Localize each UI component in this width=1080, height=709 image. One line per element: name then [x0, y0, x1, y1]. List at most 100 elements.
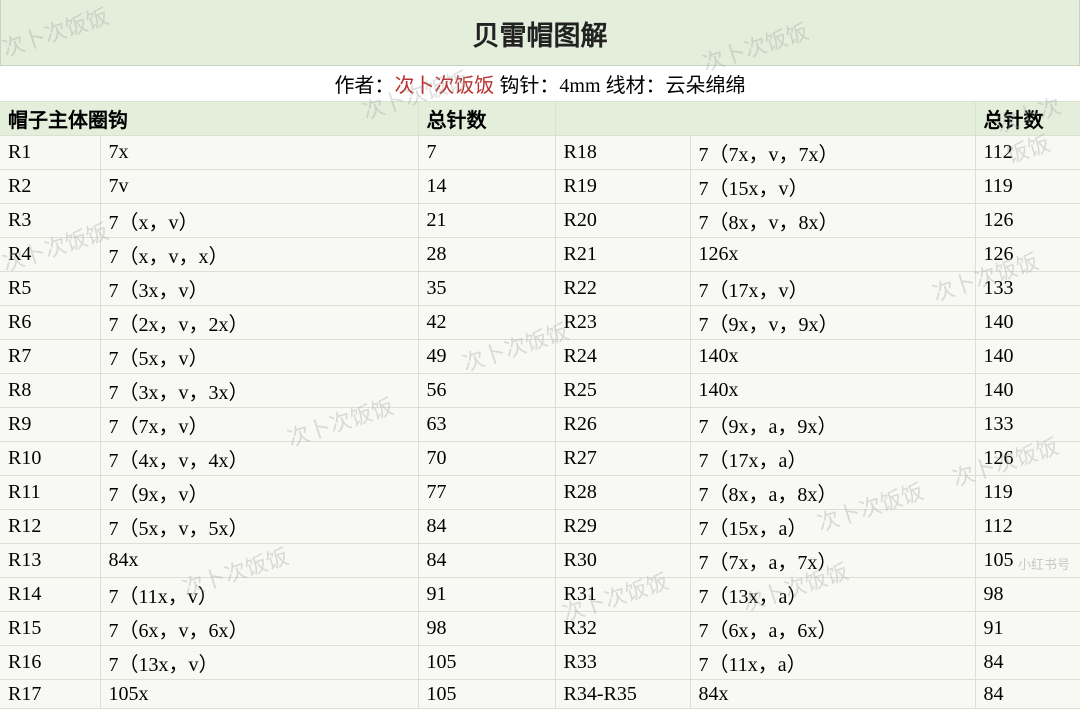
count-right: 133	[975, 272, 1080, 306]
count-left: 7	[418, 136, 555, 170]
count-right: 140	[975, 306, 1080, 340]
count-left: 42	[418, 306, 555, 340]
pattern-left: 7（2x，v，2x）	[100, 306, 418, 340]
count-right: 126	[975, 204, 1080, 238]
count-left: 35	[418, 272, 555, 306]
row-id-right: R30	[555, 544, 690, 578]
count-right: 140	[975, 340, 1080, 374]
count-left: 49	[418, 340, 555, 374]
row-id-left: R15	[0, 612, 100, 646]
row-id-left: R4	[0, 238, 100, 272]
row-id-right: R25	[555, 374, 690, 408]
row-id-right: R19	[555, 170, 690, 204]
hook-info: 钩针：4mm	[494, 75, 600, 97]
count-left: 63	[418, 408, 555, 442]
pattern-right: 126x	[690, 238, 975, 272]
table-row: R37（x，v）21R207（8x，v，8x）126	[0, 204, 1080, 238]
count-right: 84	[975, 646, 1080, 680]
table-row: R77（5x，v）49R24140x140	[0, 340, 1080, 374]
count-right: 140	[975, 374, 1080, 408]
pattern-left: 7（6x，v，6x）	[100, 612, 418, 646]
pattern-right: 7（11x，a）	[690, 646, 975, 680]
pattern-left: 7x	[100, 136, 418, 170]
count-right: 112	[975, 510, 1080, 544]
pattern-left: 7（13x，v）	[100, 646, 418, 680]
row-id-right: R29	[555, 510, 690, 544]
row-id-right: R24	[555, 340, 690, 374]
pattern-left: 7（5x，v）	[100, 340, 418, 374]
row-id-left: R13	[0, 544, 100, 578]
table-row: R1384x84R307（7x，a，7x）105	[0, 544, 1080, 578]
count-right: 133	[975, 408, 1080, 442]
pattern-left: 105x	[100, 680, 418, 709]
page-title: 贝雷帽图解	[1, 14, 1079, 53]
table-row: R57（3x，v）35R227（17x，v）133	[0, 272, 1080, 306]
row-id-left: R7	[0, 340, 100, 374]
pattern-right: 7（8x，v，8x）	[690, 204, 975, 238]
header-stitch-count-right: 总针数	[975, 102, 1080, 136]
count-left: 14	[418, 170, 555, 204]
pattern-right: 7（7x，a，7x）	[690, 544, 975, 578]
row-id-left: R8	[0, 374, 100, 408]
row-id-left: R17	[0, 680, 100, 709]
count-left: 77	[418, 476, 555, 510]
subtitle: 作者：次卜次饭饭 钩针：4mm 线材：云朵绵绵	[0, 66, 1080, 101]
pattern-right: 84x	[690, 680, 975, 709]
row-id-left: R14	[0, 578, 100, 612]
row-id-right: R18	[555, 136, 690, 170]
row-id-right: R27	[555, 442, 690, 476]
pattern-right: 7（9x，v，9x）	[690, 306, 975, 340]
row-id-left: R2	[0, 170, 100, 204]
pattern-right: 7（15x，a）	[690, 510, 975, 544]
count-left: 56	[418, 374, 555, 408]
pattern-left: 7（x，v，x）	[100, 238, 418, 272]
row-id-right: R34-R35	[555, 680, 690, 709]
header-left-section: 帽子主体圈钩	[0, 102, 418, 136]
pattern-right: 7（17x，v）	[690, 272, 975, 306]
row-id-right: R31	[555, 578, 690, 612]
pattern-left: 7（9x，v）	[100, 476, 418, 510]
pattern-left: 84x	[100, 544, 418, 578]
count-right: 126	[975, 238, 1080, 272]
row-id-left: R3	[0, 204, 100, 238]
count-left: 21	[418, 204, 555, 238]
count-right: 112	[975, 136, 1080, 170]
pattern-left: 7（3x，v）	[100, 272, 418, 306]
table-row: R117（9x，v）77R287（8x，a，8x）119	[0, 476, 1080, 510]
header-stitch-count-left: 总针数	[418, 102, 555, 136]
pattern-left: 7v	[100, 170, 418, 204]
pattern-left: 7（5x，v，5x）	[100, 510, 418, 544]
yarn-info: 线材：云朵绵绵	[601, 75, 746, 97]
table-row: R27v14R197（15x，v）119	[0, 170, 1080, 204]
count-left: 28	[418, 238, 555, 272]
row-id-left: R11	[0, 476, 100, 510]
row-id-left: R5	[0, 272, 100, 306]
count-right: 91	[975, 612, 1080, 646]
pattern-right: 7（8x，a，8x）	[690, 476, 975, 510]
table-row: R107（4x，v，4x）70R277（17x，a）126	[0, 442, 1080, 476]
pattern-left: 7（4x，v，4x）	[100, 442, 418, 476]
author-name: 次卜次饭饭	[394, 75, 494, 97]
pattern-table: 帽子主体圈钩 总针数 总针数 R17x7R187（7x，v，7x）112R27v…	[0, 101, 1080, 709]
row-id-right: R23	[555, 306, 690, 340]
table-row: R67（2x，v，2x）42R237（9x，v，9x）140	[0, 306, 1080, 340]
pattern-right: 7（9x，a，9x）	[690, 408, 975, 442]
row-id-right: R28	[555, 476, 690, 510]
count-left: 84	[418, 544, 555, 578]
row-id-left: R6	[0, 306, 100, 340]
row-id-left: R1	[0, 136, 100, 170]
count-right: 119	[975, 476, 1080, 510]
count-right: 119	[975, 170, 1080, 204]
count-right: 98	[975, 578, 1080, 612]
count-right: 84	[975, 680, 1080, 709]
pattern-left: 7（11x，v）	[100, 578, 418, 612]
row-id-right: R21	[555, 238, 690, 272]
table-row: R17x7R187（7x，v，7x）112	[0, 136, 1080, 170]
count-left: 84	[418, 510, 555, 544]
pattern-right: 7（7x，v，7x）	[690, 136, 975, 170]
pattern-left: 7（7x，v）	[100, 408, 418, 442]
row-id-right: R22	[555, 272, 690, 306]
pattern-left: 7（3x，v，3x）	[100, 374, 418, 408]
row-id-right: R20	[555, 204, 690, 238]
table-row: R157（6x，v，6x）98R327（6x，a，6x）91	[0, 612, 1080, 646]
